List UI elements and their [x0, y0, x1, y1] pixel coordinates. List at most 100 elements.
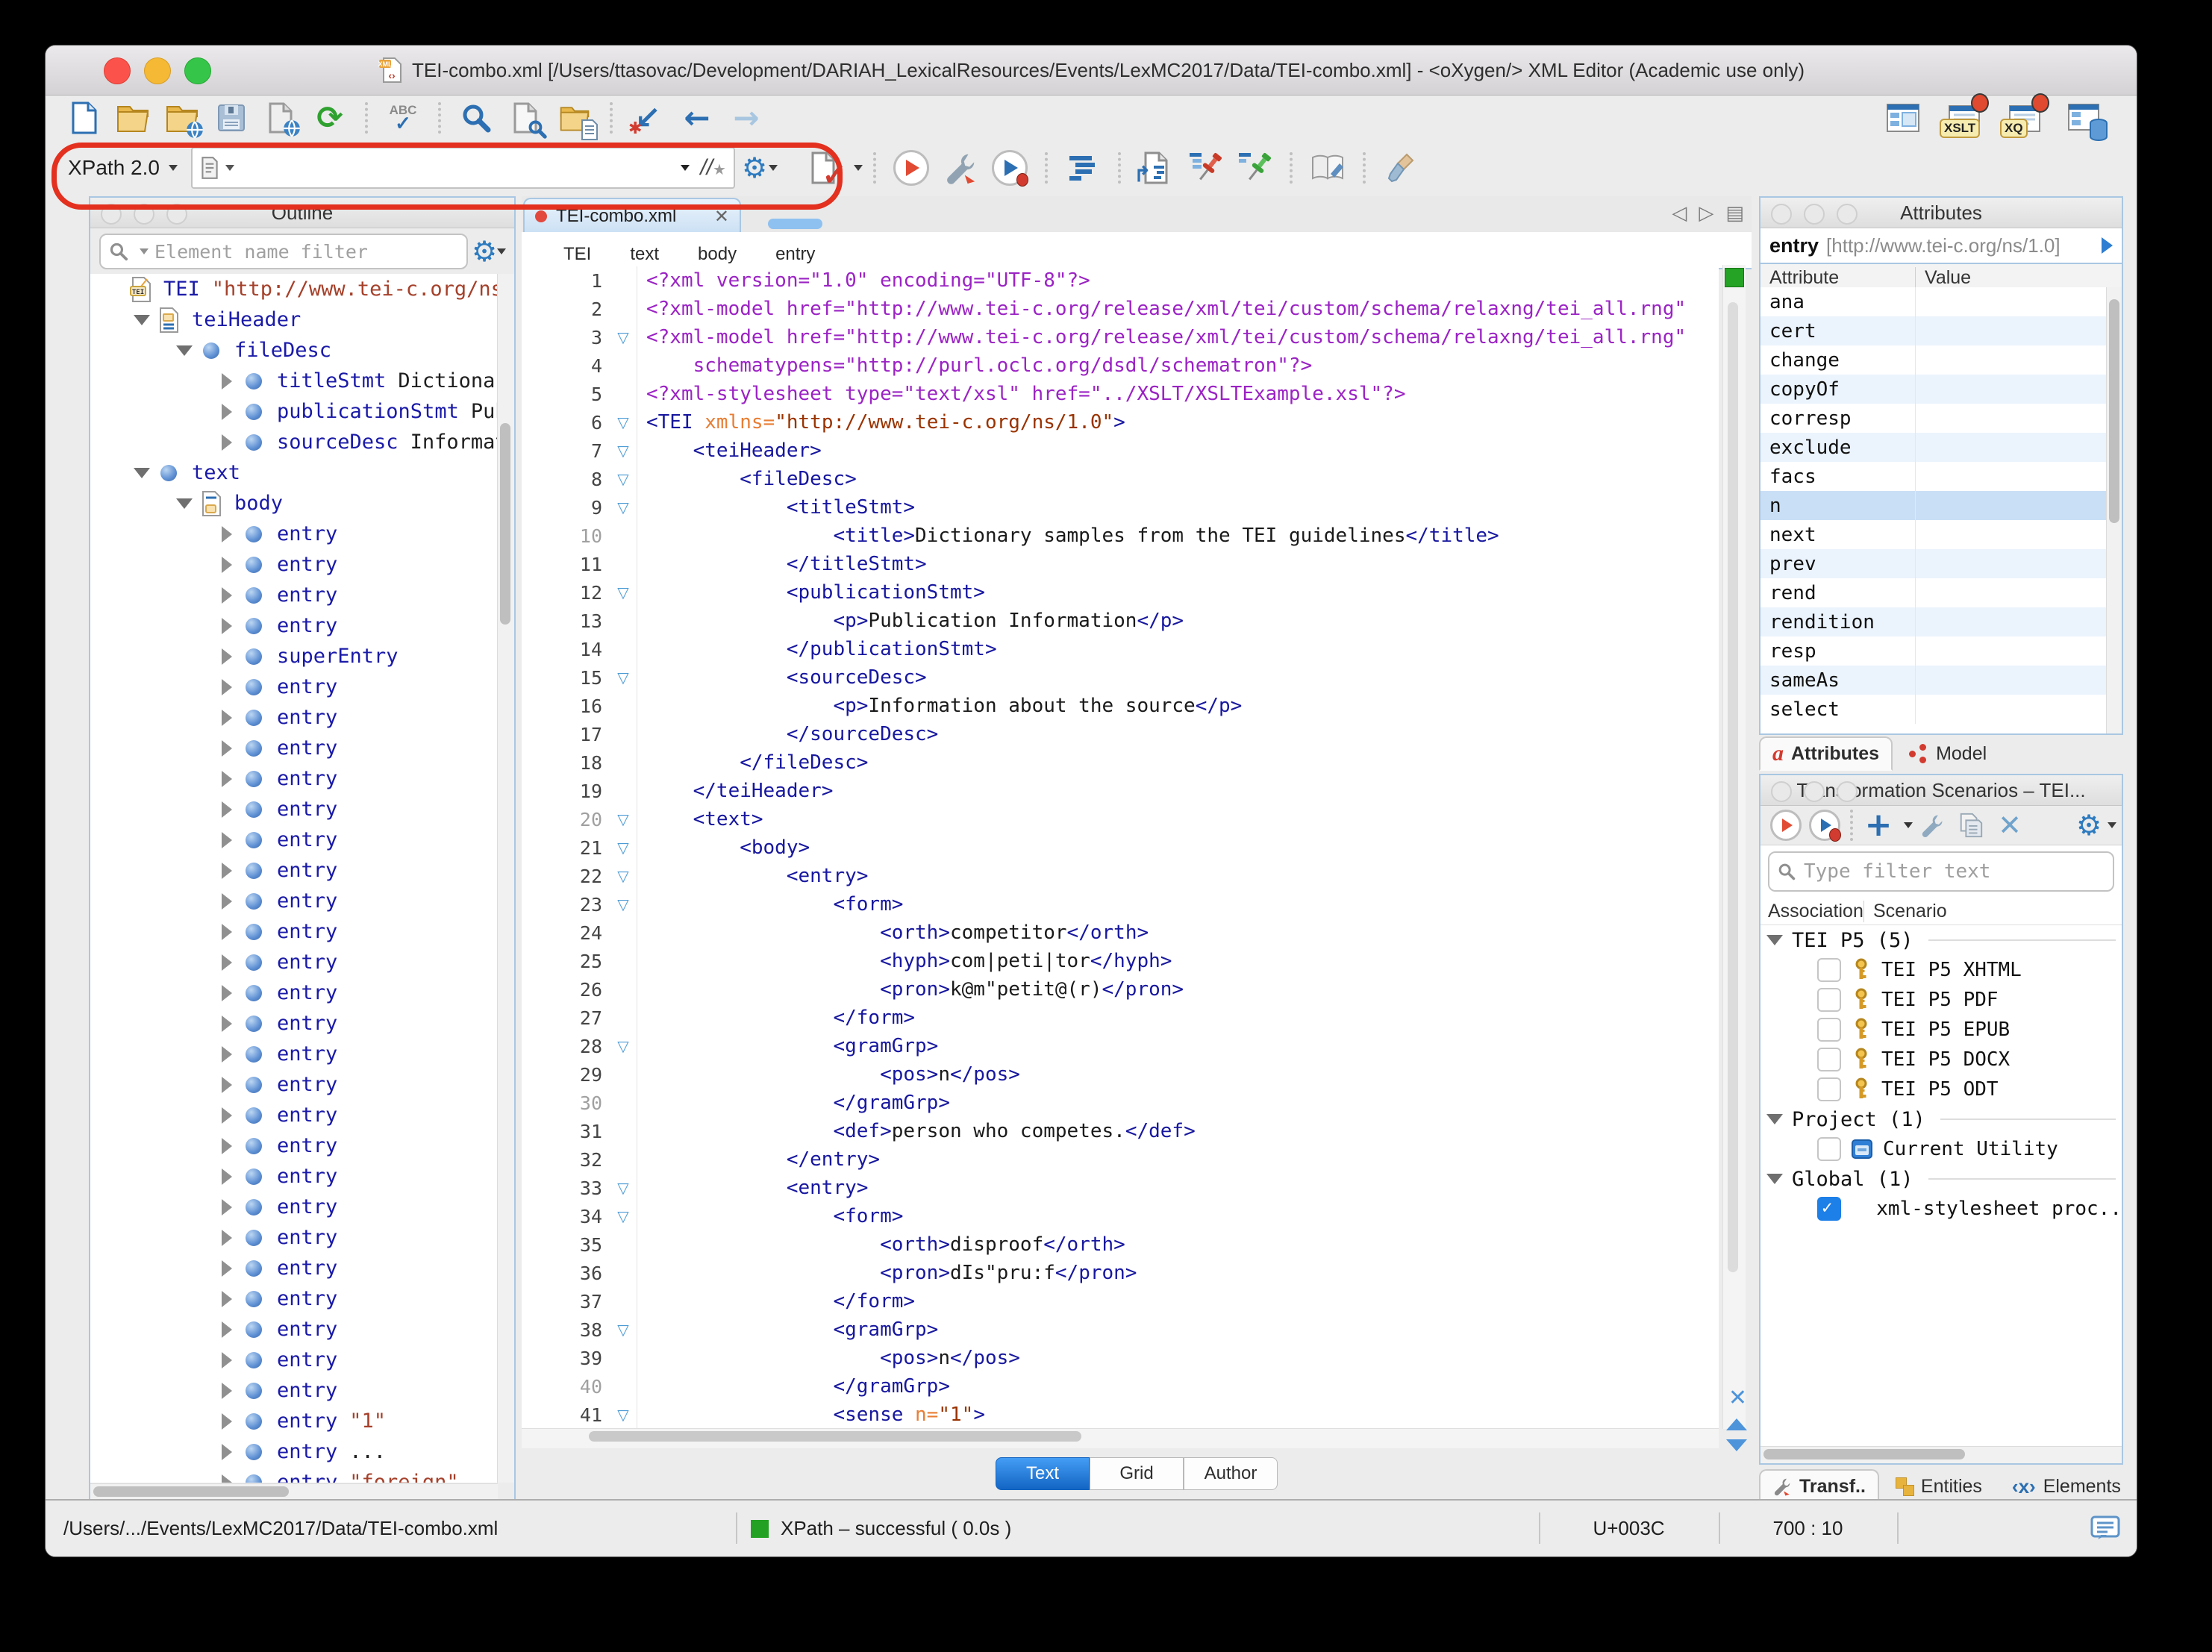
validate-caret-icon[interactable]	[854, 165, 863, 171]
spell-check-button[interactable]: ABC✓	[384, 99, 422, 137]
fold-toggle-icon[interactable]: ▽	[610, 1321, 637, 1339]
attribute-value[interactable]	[1915, 491, 2107, 520]
attribute-row-next[interactable]: next	[1760, 520, 2107, 549]
scenario-item[interactable]: xml-stylesheet proc..	[1760, 1194, 2122, 1224]
filter-options-caret-icon[interactable]	[140, 248, 149, 254]
open-file-button[interactable]	[113, 99, 152, 137]
outline-node-publicationStmt[interactable]: publicationStmtPublica	[90, 396, 498, 427]
association-column-header[interactable]: Association	[1760, 901, 1864, 922]
editor-horizontal-scrollbar[interactable]	[522, 1428, 1719, 1448]
code-line[interactable]: 32 </entry>	[522, 1145, 1719, 1174]
attribute-row-resp[interactable]: resp	[1760, 636, 2107, 666]
editor-tab-tei-combo[interactable]: TEI-combo.xml ✕	[523, 198, 741, 234]
fold-toggle-icon[interactable]: ▽	[610, 669, 637, 686]
fold-toggle-icon[interactable]: ▽	[610, 413, 637, 431]
attribute-row-n[interactable]: n	[1760, 491, 2107, 520]
scenario-checkbox[interactable]	[1817, 1077, 1841, 1101]
outline-node-entry[interactable]: entry	[90, 763, 498, 794]
code-line[interactable]: 23▽ <form>	[522, 890, 1719, 919]
save-to-url-button[interactable]	[261, 99, 300, 137]
scenarios-settings-button[interactable]: ⚙	[2080, 809, 2113, 842]
expand-arrow-icon[interactable]	[213, 1046, 241, 1063]
code-line[interactable]: 36 <pron>dIs"pru:f</pron>	[522, 1259, 1719, 1287]
notifications-icon[interactable]	[2089, 1501, 2122, 1556]
associate-schema-button[interactable]	[1186, 149, 1225, 187]
outline-node-entry[interactable]: entry	[90, 519, 498, 549]
expand-arrow-icon[interactable]	[213, 1107, 241, 1124]
expand-arrow-icon[interactable]	[213, 1352, 241, 1368]
fold-toggle-icon[interactable]: ▽	[610, 1179, 637, 1197]
outline-horizontal-scrollbar[interactable]	[90, 1483, 498, 1501]
documentation-button[interactable]	[1308, 149, 1347, 187]
outline-node-entry[interactable]: entry...	[90, 1436, 498, 1467]
fold-toggle-icon[interactable]: ▽	[610, 839, 637, 857]
attribute-row-exclude[interactable]: exclude	[1760, 433, 2107, 462]
code-line[interactable]: 30 </gramGrp>	[522, 1089, 1719, 1117]
xpath-expression-combo[interactable]: //★	[191, 147, 735, 189]
fold-toggle-icon[interactable]: ▽	[610, 442, 637, 460]
outline-vertical-scrollbar[interactable]	[497, 274, 514, 1483]
code-editor[interactable]: 1<?xml version="1.0" encoding="UTF-8"?>2…	[522, 265, 1719, 1429]
xpath-mode-caret-icon[interactable]	[169, 165, 178, 171]
scenario-item[interactable]: TEI P5 XHTML	[1760, 955, 2122, 985]
attribute-value[interactable]	[1915, 433, 2107, 462]
outline-node-entry[interactable]: entry	[90, 1253, 498, 1283]
attribute-value[interactable]	[1915, 666, 2107, 695]
code-line[interactable]: 37 </form>	[522, 1287, 1719, 1315]
fold-toggle-icon[interactable]: ▽	[610, 1207, 637, 1225]
outline-node-entry[interactable]: entry	[90, 702, 498, 733]
expand-arrow-icon[interactable]	[213, 893, 241, 910]
fold-toggle-icon[interactable]: ▽	[610, 1406, 637, 1424]
scenario-checkbox[interactable]	[1817, 958, 1841, 982]
outline-node-body[interactable]: body	[90, 488, 498, 519]
code-line[interactable]: 13 <p>Publication Information</p>	[522, 607, 1719, 635]
outline-node-titleStmt[interactable]: titleStmtDictionary sa	[90, 366, 498, 396]
attribute-column-header[interactable]: Attribute	[1760, 267, 1916, 289]
scenario-checkbox[interactable]	[1817, 1018, 1841, 1042]
outline-filter-input[interactable]	[153, 240, 459, 263]
scenario-column-header[interactable]: Scenario	[1864, 901, 1947, 922]
debug-scenario-button[interactable]	[1808, 809, 1841, 842]
back-button[interactable]: ←	[678, 99, 716, 137]
next-marker-icon[interactable]	[1726, 1439, 1747, 1451]
outline-node-entry[interactable]: entry	[90, 1222, 498, 1253]
attributes-panel-header[interactable]: Attributes	[1760, 198, 2122, 228]
expand-arrow-icon[interactable]	[213, 954, 241, 971]
scenario-checkbox[interactable]	[1817, 988, 1841, 1012]
scenario-item[interactable]: TEI P5 ODT	[1760, 1074, 2122, 1104]
expand-arrow-icon[interactable]	[213, 1321, 241, 1338]
fold-toggle-icon[interactable]: ▽	[610, 867, 637, 885]
code-line[interactable]: 8▽ <fileDesc>	[522, 465, 1719, 493]
validate-document-button[interactable]: ✓	[804, 149, 843, 187]
expand-arrow-icon[interactable]	[213, 1291, 241, 1307]
xpath-scope-caret-icon[interactable]	[225, 165, 234, 171]
editor-vertical-scrollbar[interactable]	[1722, 265, 1746, 1429]
code-line[interactable]: 33▽ <entry>	[522, 1174, 1719, 1202]
expand-arrow-icon[interactable]	[213, 832, 241, 848]
fold-toggle-icon[interactable]: ▽	[610, 583, 637, 601]
collapse-arrow-icon[interactable]	[1766, 1114, 1783, 1124]
breadcrumb-item-body[interactable]: body	[698, 244, 737, 265]
outline-node-entry[interactable]: entry	[90, 1008, 498, 1039]
code-line[interactable]: 14 </publicationStmt>	[522, 635, 1719, 663]
collapse-arrow-icon[interactable]	[1766, 1174, 1783, 1184]
attribute-value[interactable]	[1915, 578, 2107, 607]
outline-node-entry[interactable]: entry	[90, 733, 498, 763]
attribute-value[interactable]	[1915, 404, 2107, 433]
code-line[interactable]: 6▽<TEI xmlns="http://www.tei-c.org/ns/1.…	[522, 408, 1719, 437]
scroll-tabs-right-icon[interactable]: ▷	[1699, 202, 1713, 225]
scenario-group-TEI[interactable]: TEI P5 (5)	[1760, 925, 2122, 955]
fold-toggle-icon[interactable]: ▽	[610, 498, 637, 516]
attribute-row-sameAs[interactable]: sameAs	[1760, 666, 2107, 695]
code-line[interactable]: 20▽ <text>	[522, 805, 1719, 833]
outline-node-entry[interactable]: entry	[90, 947, 498, 977]
outline-node-entry[interactable]: entry	[90, 886, 498, 916]
expand-arrow-icon[interactable]	[213, 404, 241, 420]
code-line[interactable]: 26 <pron>k@m"petit@(r)</pron>	[522, 975, 1719, 1004]
outline-node-entry[interactable]: entry	[90, 916, 498, 947]
xpath-mode-selector[interactable]: XPath 2.0	[68, 156, 160, 180]
outline-panel-header[interactable]: Outline	[90, 198, 514, 228]
previous-marker-icon[interactable]	[1726, 1418, 1747, 1430]
code-line[interactable]: 12▽ <publicationStmt>	[522, 578, 1719, 607]
new-document-button[interactable]	[64, 99, 103, 137]
